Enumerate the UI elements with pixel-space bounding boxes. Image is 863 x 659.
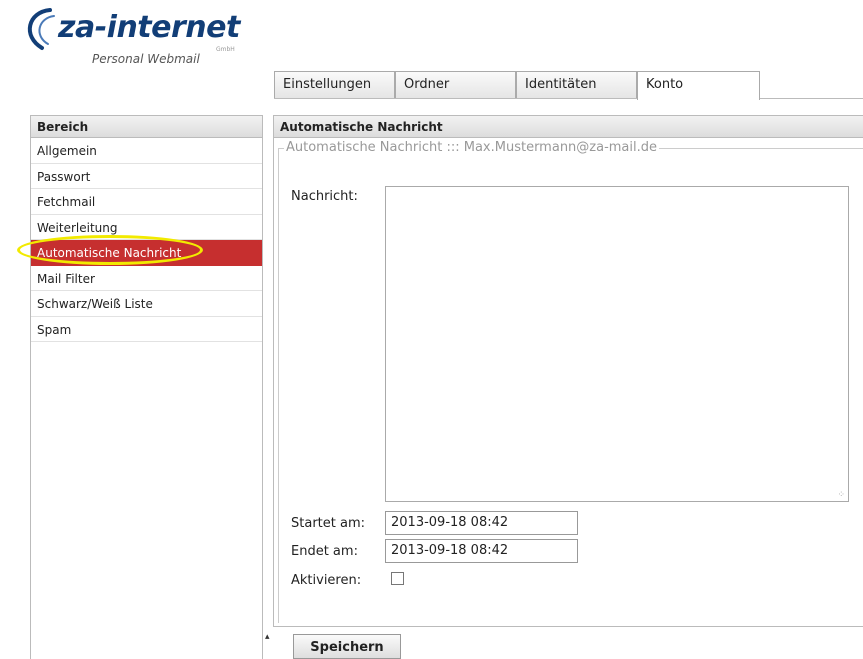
sidebar-item-fetchmail[interactable]: Fetchmail [31, 189, 262, 215]
save-button[interactable]: Speichern [293, 634, 401, 659]
brand-logo: za-internet GmbH Personal Webmail [20, 6, 260, 90]
tab-konto[interactable]: Konto [637, 71, 760, 100]
tab-identitaeten[interactable]: Identitäten [516, 71, 637, 99]
sidebar-item-automatische-nachricht[interactable]: Automatische Nachricht [17, 235, 262, 266]
collapse-arrow-icon[interactable]: ▴ [265, 632, 270, 642]
activate-checkbox[interactable] [391, 572, 404, 585]
fieldset-legend: Automatische Nachricht ::: Max.Musterman… [284, 140, 660, 155]
sidebar: Bereich Allgemein Passwort Fetchmail Wei… [17, 115, 263, 659]
end-date-input[interactable]: 2013-09-18 08:42 [385, 539, 578, 563]
sidebar-item-mail-filter[interactable]: Mail Filter [31, 266, 262, 291]
brand-legal-form: GmbH [216, 46, 235, 53]
fieldset-border-left [278, 148, 279, 623]
sidebar-item-schwarz-weiss-liste[interactable]: Schwarz/Weiß Liste [31, 291, 262, 317]
sidebar-item-label: Automatische Nachricht [37, 246, 182, 260]
tab-ordner[interactable]: Ordner [395, 71, 516, 99]
tab-einstellungen[interactable]: Einstellungen [274, 71, 395, 99]
sidebar-item-weiterleitung[interactable]: Weiterleitung [31, 215, 262, 240]
panel-title: Automatische Nachricht [274, 116, 863, 138]
end-label: Endet am: [291, 544, 358, 559]
message-textarea[interactable]: ⁘ [385, 186, 849, 502]
pane-splitter[interactable] [263, 115, 273, 659]
start-date-input[interactable]: 2013-09-18 08:42 [385, 511, 578, 535]
sidebar-item-allgemein[interactable]: Allgemein [31, 138, 262, 164]
sidebar-item-spam[interactable]: Spam [31, 317, 262, 342]
sidebar-header: Bereich [31, 116, 262, 138]
message-label: Nachricht: [291, 189, 358, 204]
tabs-divider [274, 98, 863, 99]
start-label: Startet am: [291, 516, 365, 531]
brand-subtitle: Personal Webmail [92, 52, 200, 66]
sidebar-item-passwort[interactable]: Passwort [31, 164, 262, 189]
activate-label: Aktivieren: [291, 573, 362, 588]
logo-arc-icon [27, 8, 55, 50]
brand-name: za-internet [58, 10, 240, 45]
settings-tabs: Einstellungen Ordner Identitäten Konto [274, 71, 863, 100]
resize-grip-icon[interactable]: ⁘ [837, 491, 845, 500]
main-panel: Automatische Nachricht Automatische Nach… [273, 115, 863, 627]
